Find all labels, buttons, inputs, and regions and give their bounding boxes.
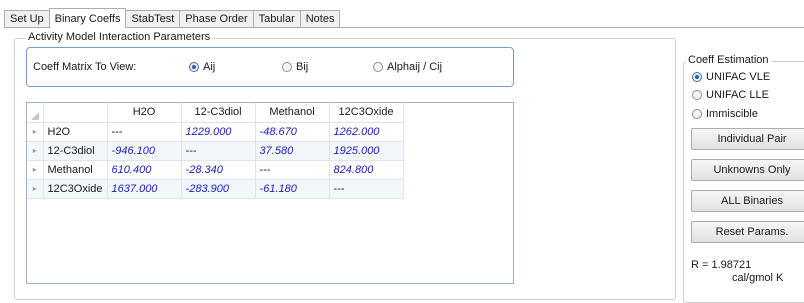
table-cell[interactable]: ---	[107, 122, 182, 142]
column-header[interactable]: Methanol	[255, 103, 330, 123]
unknowns-only-button[interactable]: Unknowns Only	[691, 159, 804, 181]
radio-bij-indicator	[282, 62, 292, 72]
radio-aij-indicator	[189, 62, 199, 72]
column-header[interactable]: H2O	[107, 103, 182, 123]
table-cell[interactable]: -48.670	[255, 122, 330, 142]
row-name: 12C3Oxide	[43, 179, 108, 199]
radio-unifac-lle-indicator	[692, 90, 702, 100]
individual-pair-button[interactable]: Individual Pair	[691, 128, 804, 150]
select-all-icon	[31, 111, 39, 120]
tab-tabular[interactable]: Tabular	[252, 10, 301, 28]
interaction-params-title: Activity Model Interaction Parameters	[26, 31, 213, 43]
table-cell[interactable]: -28.340	[181, 160, 256, 180]
table-cell[interactable]: 37.580	[255, 141, 330, 161]
matrix-label: Coeff Matrix To View:	[33, 61, 137, 73]
reset-params-button[interactable]: Reset Params.	[691, 221, 804, 243]
table-row: ▸ H2O --- 1229.000 -48.670 1262.000	[27, 122, 404, 142]
table-cell[interactable]: 610.400	[107, 160, 182, 180]
table-cell[interactable]: 1262.000	[329, 122, 404, 142]
all-binaries-button[interactable]: ALL Binaries	[691, 190, 804, 212]
tab-phase-order[interactable]: Phase Order	[179, 10, 254, 28]
radio-alphaij-cij[interactable]: Alphaij / Cij	[373, 61, 442, 73]
grid-corner[interactable]	[27, 103, 44, 123]
table-cell[interactable]: -283.900	[181, 179, 256, 199]
radio-immiscible-label: Immiscible	[706, 108, 758, 120]
row-header-arrow-icon[interactable]: ▸	[27, 141, 44, 161]
radio-unifac-vle-indicator	[692, 72, 702, 82]
gas-constant-value: R = 1.98721	[691, 259, 752, 271]
table-cell[interactable]: ---	[255, 160, 330, 180]
table-row: ▸ 12C3Oxide 1637.000 -283.900 -61.180 --…	[27, 179, 404, 199]
table-cell[interactable]: ---	[181, 141, 256, 161]
row-header-arrow-icon[interactable]: ▸	[27, 122, 44, 142]
radio-immiscible[interactable]: Immiscible	[692, 108, 758, 120]
row-header-arrow-icon[interactable]: ▸	[27, 179, 44, 199]
radio-bij[interactable]: Bij	[282, 61, 308, 73]
column-header[interactable]: 12C3Oxide	[329, 103, 404, 123]
table-cell[interactable]: 1925.000	[329, 141, 404, 161]
radio-aij-label: Aij	[203, 61, 216, 73]
name-column-header	[43, 103, 108, 123]
radio-alphaij-indicator	[373, 62, 383, 72]
row-name: 12-C3diol	[43, 141, 108, 161]
header-row: H2O 12-C3diol Methanol 12C3Oxide	[27, 103, 404, 123]
table-cell[interactable]: 824.800	[329, 160, 404, 180]
table-row: ▸ Methanol 610.400 -28.340 --- 824.800	[27, 160, 404, 180]
tab-notes[interactable]: Notes	[299, 10, 341, 28]
table-cell[interactable]: -946.100	[107, 141, 182, 161]
row-name: H2O	[43, 122, 108, 142]
radio-alphaij-label: Alphaij / Cij	[387, 61, 443, 73]
radio-unifac-lle-label: UNIFAC LLE	[706, 89, 769, 101]
tab-bar: Set Up Binary Coeffs StabTest Phase Orde…	[4, 8, 341, 28]
coeff-estimation-title: Coeff Estimation	[686, 54, 771, 66]
row-header-arrow-icon[interactable]: ▸	[27, 160, 44, 180]
table-cell[interactable]: 1229.000	[181, 122, 256, 142]
row-name: Methanol	[43, 160, 108, 180]
gas-constant-units: cal/gmol K	[732, 272, 784, 284]
tab-binary-coeffs[interactable]: Binary Coeffs	[48, 8, 127, 28]
radio-unifac-vle-label: UNIFAC VLE	[706, 71, 771, 83]
tab-stabtest[interactable]: StabTest	[125, 10, 181, 28]
radio-aij[interactable]: Aij	[189, 61, 215, 73]
radio-unifac-lle[interactable]: UNIFAC LLE	[692, 89, 769, 101]
tab-set-up[interactable]: Set Up	[4, 10, 50, 28]
table-row: ▸ 12-C3diol -946.100 --- 37.580 1925.000	[27, 141, 404, 161]
column-header[interactable]: 12-C3diol	[181, 103, 256, 123]
radio-bij-label: Bij	[296, 61, 309, 73]
radio-immiscible-indicator	[692, 109, 702, 119]
table-cell[interactable]: ---	[329, 179, 404, 199]
table-cell[interactable]: -61.180	[255, 179, 330, 199]
radio-unifac-vle[interactable]: UNIFAC VLE	[692, 71, 770, 83]
table-cell[interactable]: 1637.000	[107, 179, 182, 199]
coeff-table: H2O 12-C3diol Methanol 12C3Oxide ▸ H2O -…	[27, 103, 404, 199]
coeff-grid: H2O 12-C3diol Methanol 12C3Oxide ▸ H2O -…	[26, 102, 514, 284]
